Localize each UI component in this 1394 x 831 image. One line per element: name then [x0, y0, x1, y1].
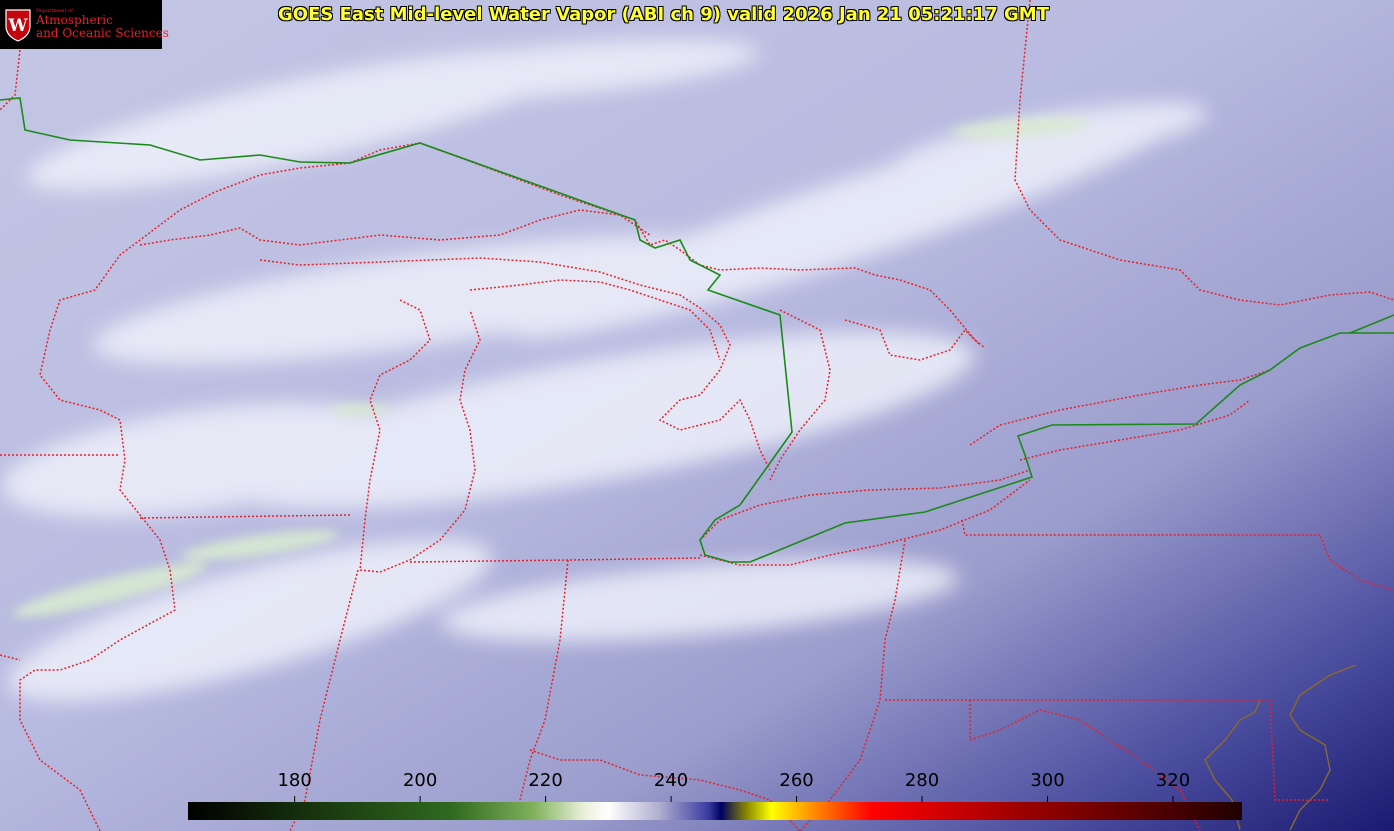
aos-logo: W Department of Atmospheric and Oceanic …: [0, 0, 169, 49]
colorbar-tick-label: 220: [528, 770, 563, 791]
colorbar-strip: [188, 802, 1242, 820]
colorbar-tick-label: 260: [779, 770, 814, 791]
svg-text:W: W: [7, 16, 28, 36]
image-title: GOES East Mid-level Water Vapor (ABI ch …: [278, 4, 1049, 25]
logo-line-2: and Oceanic Sciences: [36, 26, 169, 40]
colorbar-tick-label: 300: [1030, 770, 1065, 791]
colorbar-tick-label: 320: [1155, 770, 1191, 791]
colorbar-tick-label: 200: [402, 770, 438, 791]
logo-text: Department of Atmospheric and Oceanic Sc…: [36, 8, 169, 40]
colorbar-tick-label: 240: [653, 770, 689, 791]
colorbar-tick-label: 280: [904, 770, 940, 791]
water-vapor-map: [0, 0, 1394, 831]
wisconsin-shield-icon: W: [5, 9, 31, 42]
colorbar-tick-label: 180: [277, 770, 312, 791]
